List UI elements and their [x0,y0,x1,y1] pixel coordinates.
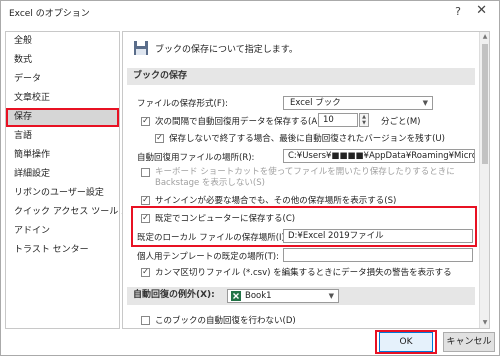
sidebar-item-advanced[interactable]: 詳細設定 [6,165,119,184]
settings-panel: ブックの保存について指定します。 ブックの保存 ファイルの保存形式(F): Ex… [122,31,490,329]
panel-header-text: ブックの保存について指定します。 [155,44,298,55]
disable-autorecover-checkbox[interactable] [141,315,150,325]
personal-templates-label: 個人用テンプレートの既定の場所(T): [137,252,279,262]
save-icon [134,41,148,55]
show-additional-row: サインインが必要な場合でも、その他の保存場所を表示する(S) [141,194,396,206]
autorecover-label: 次の間隔で自動回復用データを保存する(A): [155,117,324,127]
sidebar-item-formulas[interactable]: 数式 [6,51,119,70]
title-bar: Excel のオプション ? ✕ [1,1,499,23]
file-format-label-text: ファイルの保存形式(F): [137,99,228,109]
minutes-spinner[interactable]: ▲ ▼ [359,113,369,127]
minutes-unit: 分ごと(M) [381,115,420,127]
keyboard-shortcut-row: キーボード ショートカットを使ってファイルを開いたり保存したりするときに Bac… [141,167,475,189]
disable-autorecover-label: このブックの自動回復を行わない(D) [155,316,296,326]
chevron-down-icon: ▼ [422,99,428,107]
sidebar-item-addins[interactable]: アドイン [6,222,119,241]
cancel-button[interactable]: キャンセル [443,332,495,352]
keep-last-row: 保存しないで終了する場合、最後に自動回復されたバージョンを残す(U) [155,132,445,144]
csv-warning-checkbox[interactable] [141,267,150,277]
autorecover-minutes-input[interactable]: 10 [318,113,358,127]
default-local-row: 既定のローカル ファイルの保存場所(I): [137,231,288,243]
scroll-down-icon[interactable]: ▼ [480,318,489,328]
disable-autorecover-row: このブックの自動回復を行わない(D) [141,314,296,326]
autorecover-exceptions-title: 自動回復の例外(X): [133,290,215,300]
scroll-up-icon[interactable]: ▲ [480,32,489,42]
vertical-scrollbar[interactable]: ▲ ▼ [479,32,489,328]
autorecover-row: 次の間隔で自動回復用データを保存する(A): [141,115,323,127]
ok-button[interactable]: OK [379,332,433,352]
csv-warning-label: カンマ区切りファイル (*.csv) を編集するときにデータ損失の警告を表示する [155,268,452,278]
autorecover-location-row: 自動回復用ファイルの場所(R): [137,151,254,163]
exceptions-book-value: Book1 [245,291,272,301]
autorecover-location-input[interactable]: C:¥Users¥■■■■¥AppData¥Roaming¥Microso [283,149,475,163]
save-to-computer-row: 既定でコンピューターに保存する(C) [141,212,295,224]
keep-last-checkbox[interactable] [155,133,164,143]
csv-warning-row: カンマ区切りファイル (*.csv) を編集するときにデータ損失の警告を表示する [141,266,452,278]
show-additional-checkbox[interactable] [141,195,150,205]
sidebar-item-accessibility[interactable]: 簡単操作 [6,146,119,165]
minutes-unit-text: 分ごと(M) [381,117,421,127]
personal-templates-input[interactable] [283,248,473,262]
scroll-thumb[interactable] [482,44,488,164]
dialog-title: Excel のオプション [9,8,90,19]
sidebar-item-customize-ribbon[interactable]: リボンのユーザー設定 [6,184,119,203]
save-section-title: ブックの保存 [127,68,475,85]
sidebar-item-language[interactable]: 言語 [6,127,119,146]
file-format-dropdown[interactable]: Excel ブック ▼ [283,96,433,110]
sidebar-item-quick-access[interactable]: クイック アクセス ツール バー [6,203,139,222]
spin-down-icon[interactable]: ▼ [360,120,368,126]
personal-templates-row: 個人用テンプレートの既定の場所(T): [137,250,279,262]
help-button[interactable]: ? [455,5,461,18]
excel-book-icon [231,291,241,301]
keyboard-shortcut-checkbox[interactable] [141,168,150,177]
save-to-computer-label: 既定でコンピューターに保存する(C) [155,214,296,224]
show-additional-label: サインインが必要な場合でも、その他の保存場所を表示する(S) [155,196,397,206]
keep-last-label: 保存しないで終了する場合、最後に自動回復されたバージョンを残す(U) [169,134,445,144]
category-sidebar: 全般 数式 データ 文章校正 保存 言語 簡単操作 詳細設定 リボンのユーザー設… [5,31,139,329]
panel-header: ブックの保存について指定します。 [133,40,298,56]
default-local-label: 既定のローカル ファイルの保存場所(I): [137,233,288,243]
autorecover-location-label: 自動回復用ファイルの場所(R): [137,153,255,163]
sidebar-item-general[interactable]: 全般 [6,32,119,51]
close-button[interactable]: ✕ [476,3,487,18]
sidebar-item-save[interactable]: 保存 [6,108,119,127]
options-dialog: Excel のオプション ? ✕ 全般 数式 データ 文章校正 保存 言語 簡単… [0,0,500,356]
keyboard-shortcut-label: キーボード ショートカットを使ってファイルを開いたり保存したりするときに Bac… [155,167,455,188]
autorecover-checkbox[interactable] [141,116,150,126]
file-format-value: Excel ブック [290,98,341,108]
sidebar-item-trust-center[interactable]: トラスト センター [6,241,119,260]
sidebar-item-proofing[interactable]: 文章校正 [6,89,119,108]
exceptions-book-dropdown[interactable]: Book1 ▼ [227,289,339,303]
file-format-label: ファイルの保存形式(F): [137,97,228,109]
chevron-down-icon: ▼ [328,292,334,300]
sidebar-item-data[interactable]: データ [6,70,119,89]
save-to-computer-checkbox[interactable] [141,213,150,223]
default-local-input[interactable]: D:¥Excel 2019ファイル [283,229,473,243]
